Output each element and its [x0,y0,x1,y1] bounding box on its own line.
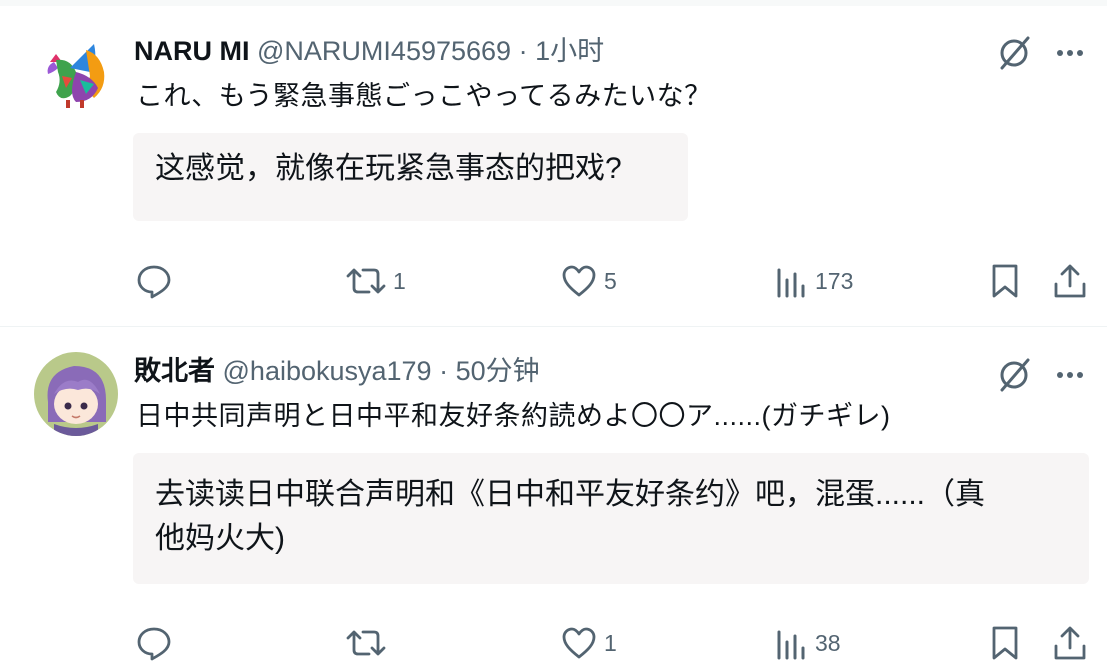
tweet-1[interactable]: NARU MI @NARUMI45975669 · 1小时 これ、もう緊急事態ご… [0,0,1107,326]
reply-button[interactable] [135,624,173,662]
share-button[interactable] [1052,262,1088,300]
action-bar: 1 5 173 [0,262,1107,306]
translation-box: 去读读日中联合声明和《日中和平友好条约》吧，混蛋......（真 他妈火大) [133,453,1089,584]
rooster-avatar-icon [36,32,116,112]
like-count: 5 [604,267,617,294]
tweet-header: NARU MI @NARUMI45975669 · 1小时 [134,34,604,68]
separator-dot: · [439,356,449,386]
share-icon [1054,626,1086,660]
tweet-header: 敗北者 @haibokusya179 · 50分钟 [134,354,540,388]
bookmark-icon [992,264,1018,298]
action-bar: 1 38 [0,624,1107,668]
tweet-text: 日中共同声明と日中平和友好条約読めよ〇〇ア......(ガチギレ) [136,401,891,431]
translation-text: 这感觉，就像在玩紧急事态的把戏? [155,152,622,185]
tweet-2[interactable]: 敗北者 @haibokusya179 · 50分钟 日中共同声明と日中平和友好条… [0,326,1107,661]
anime-girl-avatar-icon [34,352,118,436]
avatar[interactable] [36,32,116,112]
more-icon[interactable] [1050,32,1090,72]
like-count: 1 [604,629,617,656]
reply-icon [137,627,171,661]
like-icon [562,265,596,297]
like-button[interactable]: 5 [560,262,617,300]
like-button[interactable]: 1 [560,624,617,662]
avatar[interactable] [34,352,118,436]
views-button[interactable]: 38 [775,624,841,662]
retweet-button[interactable]: 1 [345,262,406,300]
views-button[interactable]: 173 [775,262,853,300]
more-icon[interactable] [1050,354,1090,394]
bookmark-icon [992,626,1018,660]
grok-slash-icon[interactable] [994,32,1034,72]
handle[interactable]: @haibokusya179 [223,356,432,386]
bookmark-button[interactable] [988,262,1022,300]
retweet-icon [346,630,386,656]
views-count: 38 [815,629,841,656]
views-count: 173 [815,267,854,294]
reply-button[interactable] [135,262,173,300]
tweet-text: これ、もう緊急事態ごっこやってるみたいな？ [136,81,712,111]
separator-dot: · [518,36,528,66]
retweet-icon [346,268,386,294]
bookmark-button[interactable] [988,624,1022,662]
translation-text: 去读读日中联合声明和《日中和平友好条约》吧，混蛋......（真 他妈火大) [133,453,1089,575]
timestamp[interactable]: 1小时 [535,36,604,66]
translation-box: 这感觉，就像在玩紧急事态的把戏? [133,133,688,221]
timestamp[interactable]: 50分钟 [456,356,540,386]
share-icon [1054,264,1086,298]
display-name[interactable]: 敗北者 [134,356,215,386]
retweet-count: 1 [393,267,406,294]
display-name[interactable]: NARU MI [134,36,250,66]
views-icon [777,630,805,660]
translation-line-1: 去读读日中联合声明和《日中和平友好条约》吧，混蛋......（真 [155,478,986,511]
reply-icon [137,265,171,299]
translation-line-2: 他妈火大) [155,522,285,555]
retweet-button[interactable] [345,624,393,662]
grok-slash-icon[interactable] [994,354,1034,394]
like-icon [562,627,596,659]
views-icon [777,268,805,298]
share-button[interactable] [1052,624,1088,662]
handle[interactable]: @NARUMI45975669 [257,36,511,66]
